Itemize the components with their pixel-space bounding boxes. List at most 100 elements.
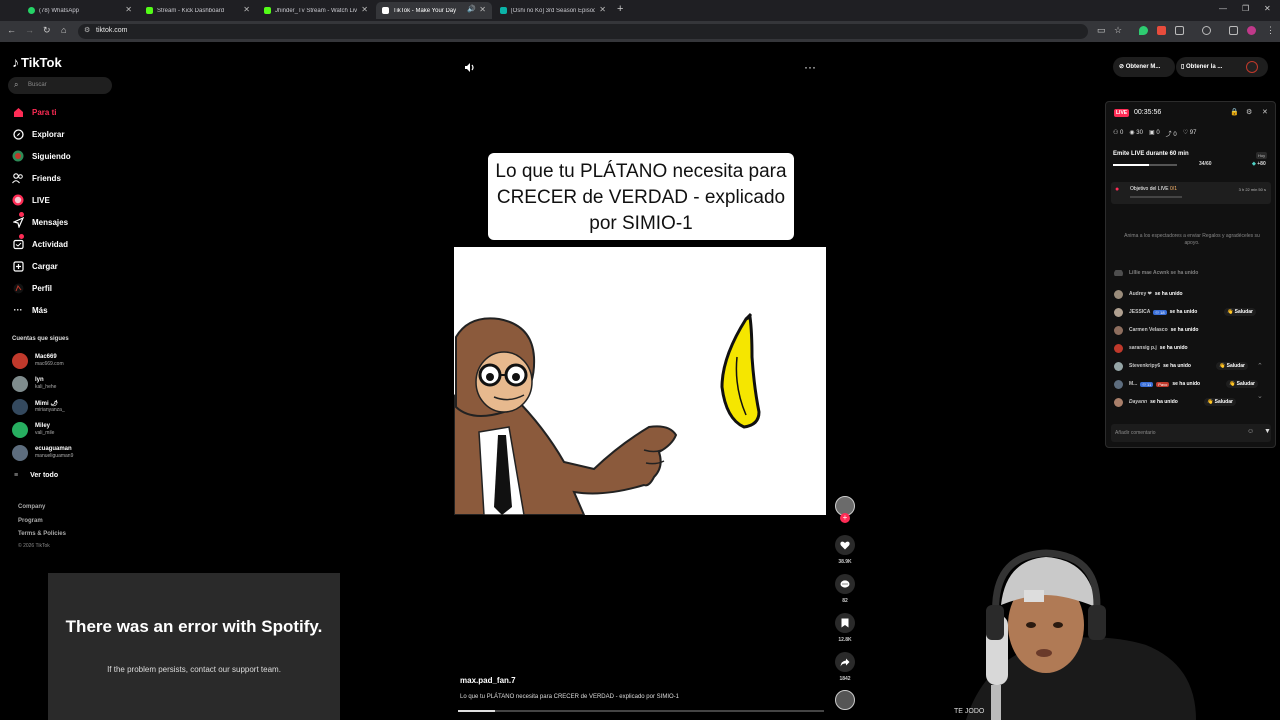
tab-kick-stream[interactable]: Jhinder_Tv Stream - Watch Live ✕ (258, 2, 374, 19)
reload-icon[interactable]: ↻ (43, 25, 51, 36)
sidebar-icon[interactable] (1229, 26, 1238, 35)
check-circle-icon: ⊘ (1119, 64, 1125, 70)
lock-icon[interactable]: 🔒 (1230, 108, 1239, 116)
stat-likes: ♡ 97 (1182, 130, 1197, 136)
search-input[interactable]: ⌕ Buscar (8, 77, 112, 94)
comment-input[interactable]: Añadir comentario ☺ (1111, 424, 1271, 442)
emoji-icon[interactable]: ☺ (1247, 428, 1254, 435)
following-section-title: Cuentas que sigues (12, 336, 69, 342)
get-coins-text: Obtener M... (1125, 64, 1161, 70)
tiktok-logo[interactable]: ♪ TikTok (12, 54, 62, 70)
chat-text: se ha unido (1169, 309, 1198, 315)
chevron-down-icon[interactable]: ⌄ (1257, 392, 1263, 400)
install-app-icon[interactable]: ▭ (1097, 25, 1106, 36)
live-timer: 00:35:56 (1134, 109, 1162, 116)
close-icon[interactable]: ✕ (1262, 108, 1268, 116)
forward-icon[interactable]: → (25, 25, 34, 35)
close-icon[interactable]: ✕ (599, 5, 606, 14)
settings-icon[interactable]: ⚙ (1246, 108, 1252, 116)
chat-row: Dayann se ha unido (1114, 396, 1178, 408)
comment-button[interactable]: 82 (834, 574, 856, 604)
avatar[interactable] (1247, 26, 1256, 35)
close-icon[interactable]: ✕ (361, 5, 368, 14)
greet-button[interactable]: 👋 Saludar (1226, 380, 1258, 388)
get-coins-button[interactable]: ⊘ Obtener M... (1113, 57, 1175, 77)
tab-title: (78) WhatsApp (39, 7, 80, 14)
video-author[interactable]: max.pad_fan.7 (460, 676, 516, 685)
kick-icon (146, 7, 153, 14)
footer-link-company[interactable]: Company (18, 504, 45, 510)
chat-username[interactable]: saransig p.j (1129, 345, 1157, 351)
avatar (1114, 361, 1123, 371)
spotify-error-subtitle: If the problem persists, contact our sup… (107, 665, 281, 674)
next-video-avatar[interactable] (835, 690, 855, 710)
nav-live[interactable]: LIVE (12, 192, 50, 208)
notification-dot (19, 212, 24, 217)
follow-plus-icon[interactable]: + (840, 513, 850, 523)
nav-explore[interactable]: Explorar (12, 126, 64, 142)
avatar (1114, 270, 1123, 276)
minimize-icon[interactable]: — (1219, 4, 1227, 13)
audio-playing-icon[interactable]: 🔊 (467, 5, 476, 13)
like-button[interactable]: 38.9K (834, 535, 856, 565)
send-icon[interactable]: ▼ (1264, 428, 1271, 435)
nav-profile[interactable]: Perfil (12, 280, 52, 296)
share-button[interactable]: 1842 (834, 652, 856, 682)
live-objective[interactable]: ● Objetivo del LIVE 0/1 3 h 22 min 50 s (1111, 182, 1271, 204)
video-progress-bar[interactable] (458, 710, 824, 712)
nav-more[interactable]: ··· Más (12, 302, 48, 318)
back-icon[interactable]: ← (7, 25, 16, 35)
footer-link-program[interactable]: Program (18, 518, 43, 524)
nav-messages[interactable]: Mensajes (12, 212, 68, 230)
get-app-button[interactable]: ▯ Obtener la ... (1176, 57, 1268, 77)
extension-record-icon[interactable] (1157, 26, 1166, 35)
close-icon[interactable]: ✕ (243, 5, 250, 14)
tab-tiktok[interactable]: TikTok - Make Your Day 🔊 ✕ (376, 2, 492, 19)
tab-kick-dashboard[interactable]: Stream - Kick Dashboard ✕ (140, 2, 256, 19)
close-icon[interactable]: ✕ (125, 5, 132, 14)
extensions-icon[interactable] (1175, 26, 1184, 35)
chevron-up-icon[interactable]: ⌃ (1257, 362, 1263, 370)
nav-activity[interactable]: Actividad (12, 234, 68, 252)
more-options-icon[interactable]: ··· (804, 60, 816, 74)
account-handle: mac669.com (35, 361, 64, 367)
chat-username[interactable]: Dayann (1129, 399, 1147, 405)
close-icon[interactable]: ✕ (479, 5, 486, 14)
level-badge: ⚇ 18 (1153, 309, 1167, 315)
account-name: Mimi 🌶 (35, 401, 58, 407)
chat-text: se ha unido (1170, 327, 1199, 333)
chat-username[interactable]: Audrey ❤ (1129, 291, 1152, 297)
extension-shield-icon[interactable] (1139, 26, 1148, 35)
volume-icon[interactable] (464, 62, 476, 76)
tab-title: Jhinder_Tv Stream - Watch Live (275, 7, 357, 14)
greet-button[interactable]: 👋 Saludar (1224, 308, 1256, 316)
chat-username[interactable]: M... (1129, 381, 1137, 387)
avatar[interactable] (1246, 61, 1258, 73)
tab-whatsapp[interactable]: (78) WhatsApp ✕ (22, 2, 138, 19)
new-tab-button[interactable]: + (617, 3, 623, 15)
video-player[interactable] (454, 247, 826, 515)
profile-sync-icon[interactable] (1202, 26, 1211, 35)
bookmark-star-icon[interactable]: ☆ (1114, 25, 1122, 36)
stat-viewers: ◉ 30 (1129, 130, 1143, 136)
tiktok-logo-icon: ♪ (12, 54, 19, 70)
kebab-menu-icon[interactable]: ⋮ (1266, 25, 1275, 36)
bookmark-button[interactable]: 12.8K (834, 613, 856, 643)
chat-username[interactable]: Carmen Velasco (1129, 327, 1168, 333)
nav-upload[interactable]: Cargar (12, 258, 58, 274)
greet-button[interactable]: 👋 Saludar (1204, 398, 1236, 406)
chat-username[interactable]: JESSICA (1129, 309, 1150, 315)
home-page-icon[interactable]: ⌂ (61, 25, 66, 35)
nav-for-you[interactable]: Para ti (12, 104, 56, 120)
nav-following[interactable]: Siguiendo (12, 148, 71, 164)
nav-friends[interactable]: Friends (12, 170, 61, 186)
site-info-icon[interactable]: ⚙ (84, 26, 90, 34)
footer-link-terms[interactable]: Terms & Policies (18, 531, 66, 537)
chat-username[interactable]: Stevenkripy6 (1129, 363, 1160, 369)
tab-oshi-no-ko[interactable]: [Oshi no Ko] 3rd Season Episodio ✕ (494, 2, 612, 19)
greet-button[interactable]: 👋 Saludar (1216, 362, 1248, 370)
maximize-icon[interactable]: ❐ (1242, 4, 1249, 13)
address-bar[interactable]: ⚙ tiktok.com (78, 24, 1088, 39)
see-all-link[interactable]: ≡ Ver todo (14, 472, 58, 479)
window-close-icon[interactable]: ✕ (1264, 4, 1271, 13)
